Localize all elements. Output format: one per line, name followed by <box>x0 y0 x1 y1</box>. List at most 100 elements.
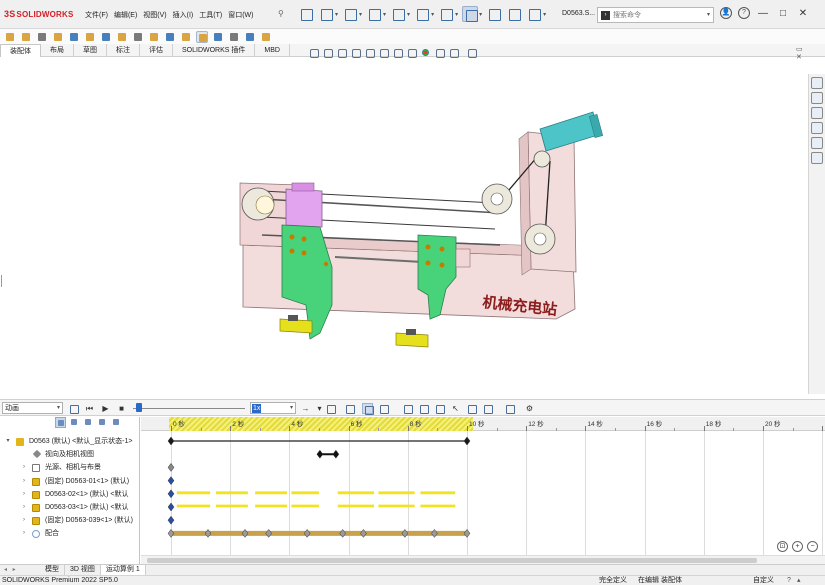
file-properties-icon[interactable] <box>506 6 522 22</box>
options-gear-icon[interactable] <box>526 6 542 22</box>
menu-window[interactable]: 窗口(W) <box>228 10 253 20</box>
zoom-to-fit-icon[interactable]: ⊡ <box>777 541 788 552</box>
search-dropdown-icon[interactable]: ▾ <box>707 11 710 18</box>
filter-selected-icon[interactable] <box>83 417 94 428</box>
chevron-down-icon[interactable]: ▾ <box>335 11 338 18</box>
stop-icon[interactable]: ■ <box>116 403 127 414</box>
force-icon[interactable]: ↖ <box>450 403 461 414</box>
feature-manager-collapse-handle[interactable] <box>1 275 4 287</box>
key-point[interactable] <box>332 449 340 459</box>
filter-results-icon[interactable] <box>97 417 108 428</box>
key-point[interactable] <box>167 476 175 486</box>
appearances-icon[interactable] <box>811 137 823 149</box>
home-icon[interactable] <box>298 6 314 22</box>
save-animation-icon[interactable] <box>325 403 336 414</box>
key-point[interactable] <box>463 528 471 538</box>
playback-slider-thumb[interactable] <box>136 403 142 412</box>
snapshot-icon[interactable] <box>228 31 240 43</box>
key-point[interactable] <box>339 528 346 538</box>
key-point[interactable] <box>167 515 175 525</box>
reference-geometry-icon[interactable] <box>148 31 160 43</box>
solidworks-logo[interactable]: 3SSOLIDWORKS <box>4 9 74 19</box>
key-point[interactable] <box>316 449 324 459</box>
save-icon[interactable] <box>366 6 382 22</box>
contact-icon[interactable] <box>466 403 477 414</box>
filter-animated-icon[interactable] <box>55 417 66 428</box>
chevron-down-icon[interactable]: ▾ <box>407 11 410 18</box>
tab-assembly[interactable]: 装配体 <box>0 44 41 57</box>
motor-icon[interactable] <box>402 403 413 414</box>
sort-icon[interactable] <box>111 417 122 428</box>
command-search-icon[interactable]: › <box>601 11 610 20</box>
exploded-view-icon[interactable] <box>196 30 208 43</box>
key-point[interactable] <box>360 528 367 538</box>
play-from-start-icon[interactable]: ⏮ <box>84 403 95 414</box>
show-hidden-icon[interactable] <box>116 31 128 43</box>
timeline-horizontal-scrollbar[interactable] <box>141 555 825 564</box>
minimize-icon[interactable]: — <box>756 8 770 19</box>
tab-nav-arrows[interactable]: ◂ ▸ <box>0 565 40 575</box>
key-point[interactable] <box>167 502 175 512</box>
filter-driving-icon[interactable] <box>69 417 80 428</box>
file-explorer-icon[interactable] <box>811 107 823 119</box>
chevron-down-icon[interactable]: ▾ <box>479 11 482 18</box>
account-icon[interactable]: 👤 <box>720 7 732 19</box>
menu-view[interactable]: 视图(V) <box>143 10 166 20</box>
assembly-features-icon[interactable] <box>132 31 144 43</box>
bill-of-materials-icon[interactable] <box>180 31 192 43</box>
custom-properties-icon[interactable] <box>811 152 823 164</box>
new-document-icon[interactable] <box>318 6 334 22</box>
add-update-key-icon[interactable] <box>378 403 389 414</box>
move-component-icon[interactable] <box>100 31 112 43</box>
design-library-icon[interactable] <box>811 92 823 104</box>
maximize-icon[interactable]: □ <box>776 8 790 19</box>
tab-mbd[interactable]: MBD <box>255 44 290 57</box>
more-arrow-icon[interactable] <box>260 31 270 43</box>
animation-wizard-icon[interactable] <box>344 403 355 414</box>
assembly-model[interactable]: 机械充电站 <box>0 57 806 394</box>
tree-row[interactable]: › (固定) D0563-039<1> (默认) <box>0 514 140 527</box>
status-custom[interactable]: 自定义 <box>753 576 774 585</box>
key-point[interactable] <box>167 528 175 538</box>
expand-toggle-icon[interactable]: › <box>20 501 28 514</box>
chevron-down-icon[interactable]: ▾ <box>359 11 362 18</box>
undo-icon[interactable] <box>414 6 430 22</box>
study-type-select[interactable]: 动画 ▾ <box>2 402 63 414</box>
chevron-down-icon[interactable]: ▾ <box>455 11 458 18</box>
tab-addins[interactable]: SOLIDWORKS 插件 <box>173 44 256 57</box>
expand-toggle-icon[interactable]: ▾ <box>4 435 12 448</box>
key-point[interactable] <box>303 528 311 538</box>
chevron-down-icon[interactable]: ▾ <box>431 11 434 18</box>
playback-slider-track[interactable] <box>133 408 245 409</box>
menu-insert[interactable]: 插入(I) <box>173 10 194 20</box>
new-motion-study-icon[interactable] <box>164 31 176 43</box>
spring-icon[interactable] <box>418 403 429 414</box>
edit-component-icon[interactable] <box>4 31 16 43</box>
graphics-area[interactable]: ▭ ✕ 机械充电站 <box>0 46 806 394</box>
key-point[interactable] <box>167 489 175 499</box>
expand-toggle-icon[interactable]: › <box>20 461 28 474</box>
traffic-light-icon[interactable] <box>486 6 502 22</box>
tab-motion-study-1[interactable]: 运动算例 1 <box>100 565 146 575</box>
playback-speed-select[interactable]: 1x ▾ <box>250 402 296 414</box>
zoom-in-icon[interactable]: + <box>792 541 803 552</box>
linear-pattern-icon[interactable] <box>68 31 80 43</box>
autokey-icon[interactable] <box>362 403 374 415</box>
print-icon[interactable] <box>390 6 406 22</box>
tab-3d-views[interactable]: 3D 视图 <box>65 565 101 575</box>
key-point[interactable] <box>431 528 438 538</box>
insert-components-icon[interactable] <box>20 31 32 43</box>
tree-row[interactable]: › 光源、相机与布景 <box>0 461 140 474</box>
pin-icon[interactable]: ⚲ <box>278 9 284 18</box>
results-and-plots-icon[interactable] <box>504 403 515 414</box>
tree-row[interactable]: 视向及相机视图 <box>0 448 140 461</box>
view-palette-icon[interactable] <box>811 122 823 134</box>
scrollbar-thumb[interactable] <box>147 558 757 563</box>
tree-row[interactable]: › 配合 <box>0 527 140 540</box>
status-units-menu-icon[interactable]: ▴ <box>797 576 801 585</box>
chevron-down-icon[interactable]: ▾ <box>543 11 546 18</box>
key-point[interactable] <box>401 528 409 538</box>
key-point[interactable] <box>167 462 175 472</box>
timeline-panel[interactable]: 0 秒 2 秒 4 秒 6 秒 8 秒 10 秒 12 秒 14 秒 16 秒 18 秒 20 秒 <box>141 417 825 564</box>
key-point[interactable] <box>241 528 249 538</box>
